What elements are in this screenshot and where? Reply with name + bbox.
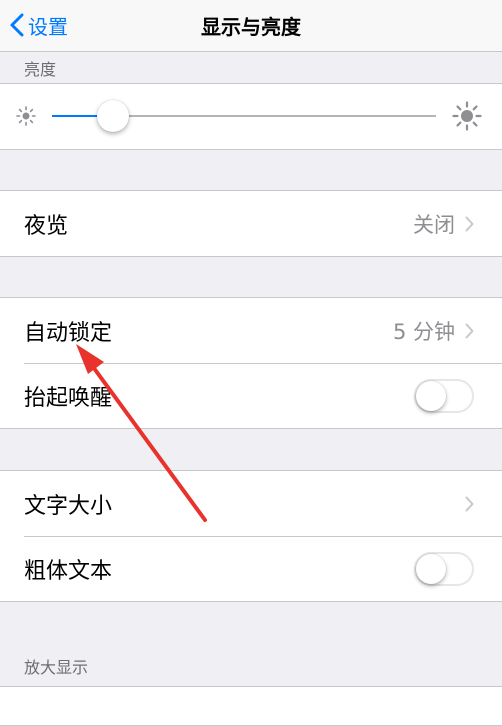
lock-group: 自动锁定 5 分钟 抬起唤醒 (0, 297, 502, 429)
brightness-slider-track[interactable] (52, 100, 436, 132)
page-title: 显示与亮度 (201, 14, 301, 39)
brightness-group (0, 83, 502, 150)
night-shift-label: 夜览 (24, 213, 69, 239)
auto-lock-row[interactable]: 自动锁定 5 分钟 (0, 298, 502, 363)
raise-to-wake-label: 抬起唤醒 (24, 385, 113, 411)
chevron-right-icon (465, 496, 474, 511)
bold-text-row: 粗体文本 (0, 536, 502, 601)
raise-to-wake-row: 抬起唤醒 (0, 363, 502, 428)
chevron-right-icon (465, 216, 474, 231)
auto-lock-value: 5 分钟 (392, 319, 455, 344)
night-shift-value: 关闭 (413, 212, 455, 237)
bold-text-label: 粗体文本 (24, 558, 113, 584)
night-shift-group: 夜览 关闭 (0, 190, 502, 257)
auto-lock-label: 自动锁定 (24, 320, 113, 346)
navigation-bar: 设置 显示与亮度 (0, 0, 502, 52)
brightness-header: 亮度 (24, 60, 57, 79)
toggle-knob (416, 553, 446, 584)
night-shift-row[interactable]: 夜览 关闭 (0, 191, 502, 256)
brightness-slider-thumb[interactable] (97, 100, 130, 132)
text-size-label: 文字大小 (24, 493, 113, 519)
toggle-knob (416, 380, 446, 411)
sun-small-icon (16, 106, 36, 126)
text-group: 文字大小 粗体文本 (0, 470, 502, 602)
bold-text-toggle[interactable] (414, 551, 474, 586)
text-size-row[interactable]: 文字大小 (0, 471, 502, 536)
sun-large-icon (452, 101, 482, 131)
raise-to-wake-toggle[interactable] (414, 378, 474, 413)
chevron-right-icon (465, 323, 474, 338)
brightness-slider-row (0, 84, 502, 149)
zoom-group (0, 686, 502, 726)
zoom-header: 放大显示 (24, 658, 89, 677)
